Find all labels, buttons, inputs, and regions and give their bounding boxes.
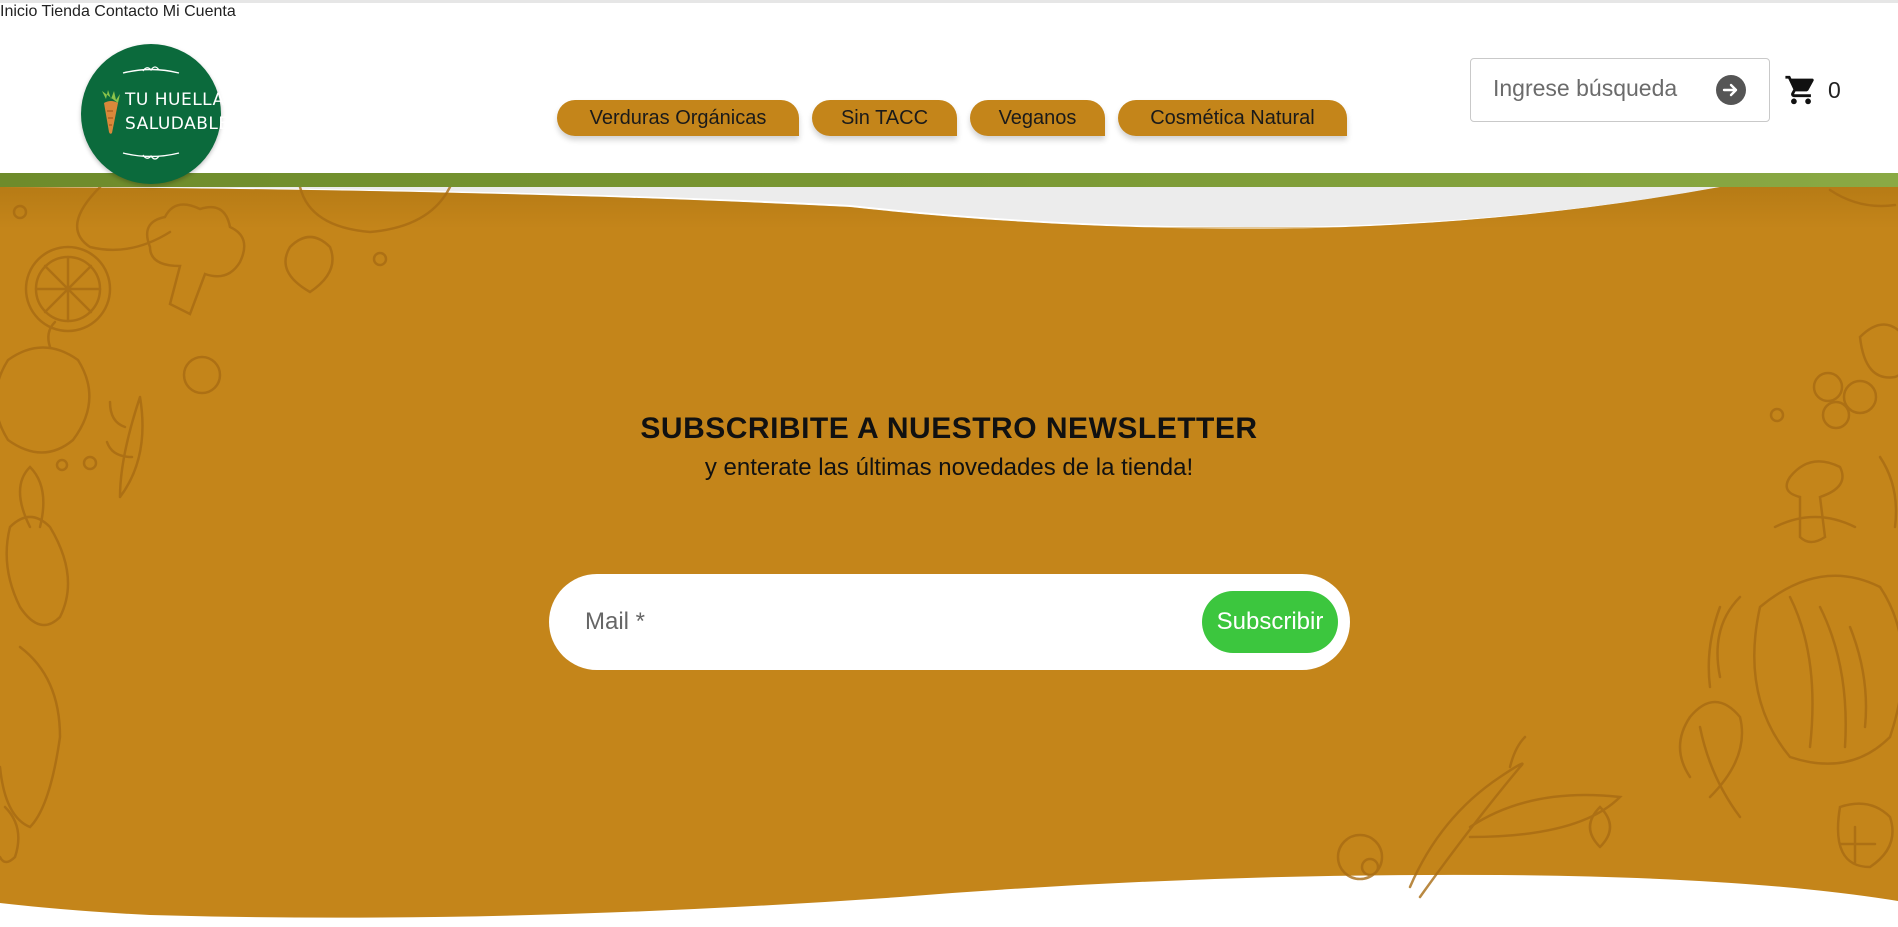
category-veganos[interactable]: Veganos <box>970 100 1105 136</box>
flourish-icon <box>122 66 180 74</box>
nav-mi-cuenta[interactable]: Mi Cuenta <box>163 3 236 20</box>
cart-icon[interactable] <box>1784 73 1818 107</box>
logo-line2: SALUDABLE <box>125 114 230 134</box>
carrot-icon <box>102 90 120 134</box>
header-divider-bar <box>0 173 1898 187</box>
vegetable-doodles <box>0 187 1898 899</box>
nav-tienda[interactable]: Tienda <box>42 3 90 20</box>
logo-text: TU HUELLA SALUDABLE <box>125 88 230 136</box>
email-field[interactable] <box>585 608 1145 636</box>
logo-line1: TU HUELLA <box>125 90 225 110</box>
newsletter-form: Subscribir <box>549 574 1350 670</box>
search-input[interactable] <box>1493 75 1703 102</box>
subscribe-button[interactable]: Subscribir <box>1202 591 1338 653</box>
nav-inicio[interactable]: Inicio <box>0 3 37 20</box>
flourish-icon <box>122 152 180 160</box>
category-sin-tacc[interactable]: Sin TACC <box>812 100 957 136</box>
search-box <box>1470 58 1770 122</box>
nav-contacto[interactable]: Contacto <box>94 3 158 20</box>
cart-count[interactable]: 0 <box>1828 77 1841 104</box>
newsletter-section: SUBSCRIBITE A NUESTRO NEWSLETTER y enter… <box>0 187 1898 927</box>
category-cosmetica-natural[interactable]: Cosmética Natural <box>1118 100 1347 136</box>
main-nav: Inicio Tienda Contacto Mi Cuenta <box>0 3 1898 21</box>
arrow-right-circle-icon[interactable] <box>1716 75 1746 105</box>
newsletter-title: SUBSCRIBITE A NUESTRO NEWSLETTER <box>640 412 1258 445</box>
category-verduras-organicas[interactable]: Verduras Orgánicas <box>557 100 799 136</box>
site-logo[interactable]: TU HUELLA SALUDABLE <box>81 44 229 184</box>
newsletter-subtitle: y enteratе las últimas novedades de la t… <box>704 454 1194 481</box>
site-header: TU HUELLA SALUDABLE Inicio Tienda Contac… <box>0 3 1898 184</box>
